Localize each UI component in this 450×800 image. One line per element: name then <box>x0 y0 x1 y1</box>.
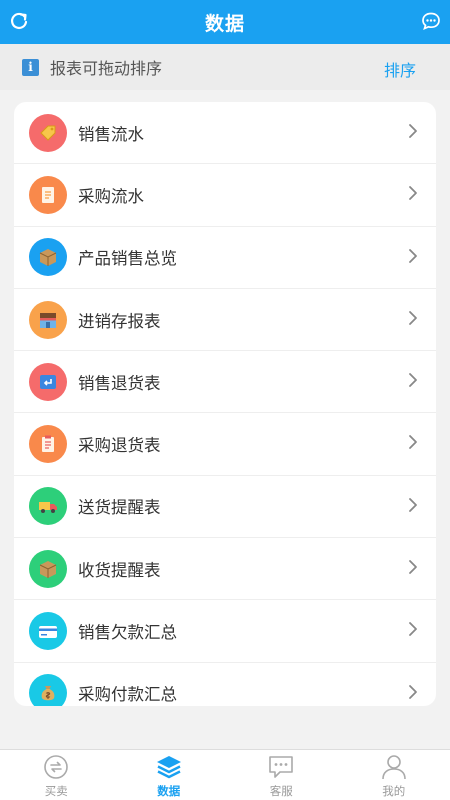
chevron-right-icon <box>409 373 417 388</box>
tab-mine[interactable]: 我的 <box>338 750 450 800</box>
report-item-receipt-reminder[interactable]: 收货提醒表 <box>14 538 436 601</box>
person-icon <box>381 755 406 780</box>
chevron-right-icon <box>409 622 417 637</box>
sort-hint-text: 报表可拖动排序 <box>50 59 163 78</box>
tab-customer-service[interactable]: 客服 <box>225 750 338 800</box>
sort-button[interactable]: 排序 <box>384 57 416 81</box>
page-title: 数据 <box>204 12 245 35</box>
report-item-label: 销售欠款汇总 <box>78 623 177 643</box>
report-item-label: 销售退货表 <box>78 373 161 393</box>
report-item-label: 采购流水 <box>78 186 144 206</box>
report-list: 销售流水 采购流水 产品销售总览 进销存报表 销售退货表 采购退货表 送货提醒表… <box>14 102 436 706</box>
report-item-label: 送货提醒表 <box>78 498 161 518</box>
report-item-sales-returns[interactable]: 销售退货表 <box>14 351 436 414</box>
report-item-delivery-reminder[interactable]: 送货提醒表 <box>14 476 436 539</box>
tab-label: 数据 <box>157 784 181 798</box>
chevron-right-icon <box>409 435 417 450</box>
tab-label: 买卖 <box>44 784 68 798</box>
sort-notice-bar: i 报表可拖动排序 排序 <box>0 44 450 90</box>
store-icon <box>29 300 67 339</box>
report-item-sales-arrears[interactable]: 销售欠款汇总 <box>14 600 436 663</box>
chevron-right-icon <box>409 560 417 574</box>
tab-label: 我的 <box>382 784 406 798</box>
report-item-purchase-journal[interactable]: 采购流水 <box>14 164 436 227</box>
chevron-right-icon <box>409 248 417 263</box>
tab-label: 客服 <box>269 784 293 798</box>
chat-bubble-icon[interactable] <box>420 10 442 32</box>
return-icon <box>29 362 67 401</box>
report-item-label: 收货提醒表 <box>78 560 161 580</box>
report-item-purchase-returns[interactable]: 采购退货表 <box>14 413 436 476</box>
trade-icon <box>44 755 69 779</box>
package-icon <box>29 549 67 588</box>
chevron-right-icon <box>409 684 417 699</box>
report-item-purchase-payments[interactable]: 采购付款汇总 <box>14 663 436 706</box>
document-icon <box>29 175 67 214</box>
truck-icon <box>29 487 67 526</box>
bottom-tab-bar: 买卖 数据 客服 我的 <box>0 749 450 800</box>
info-icon: i <box>22 58 39 76</box>
report-item-label: 进销存报表 <box>78 311 161 331</box>
money-bag-icon <box>29 674 67 706</box>
layers-icon <box>156 756 181 779</box>
chevron-right-icon <box>409 310 417 325</box>
report-item-label: 销售流水 <box>78 124 144 144</box>
report-item-sales-journal[interactable]: 销售流水 <box>14 102 436 165</box>
box-icon <box>29 238 67 277</box>
app-header: 数据 <box>0 0 450 44</box>
message-icon <box>269 756 294 778</box>
tab-data[interactable]: 数据 <box>113 750 226 800</box>
clipboard-icon <box>29 425 67 464</box>
chevron-right-icon <box>409 186 417 201</box>
chevron-right-icon <box>409 497 417 512</box>
report-item-label: 采购退货表 <box>78 436 161 456</box>
report-item-product-sales-overview[interactable]: 产品销售总览 <box>14 227 436 289</box>
report-item-inventory-report[interactable]: 进销存报表 <box>14 289 436 352</box>
credit-card-icon <box>29 612 67 651</box>
report-item-label: 产品销售总览 <box>78 249 177 269</box>
report-item-label: 采购付款汇总 <box>78 685 177 705</box>
chevron-right-icon <box>409 124 417 138</box>
tab-trade[interactable]: 买卖 <box>0 750 113 800</box>
price-tag-icon <box>29 113 67 152</box>
refresh-icon[interactable] <box>8 10 30 32</box>
